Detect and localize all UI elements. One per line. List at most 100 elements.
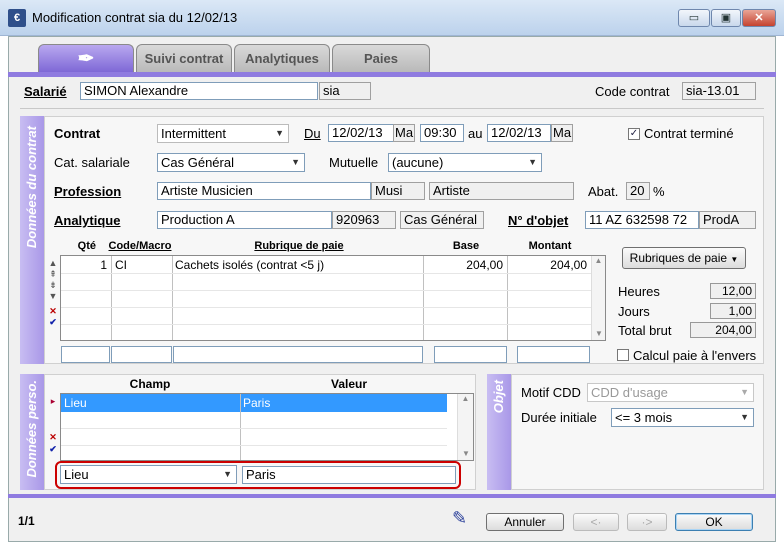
table-row[interactable]: [61, 274, 591, 291]
heures-label: Heures: [618, 284, 660, 299]
tab-suivi-contrat[interactable]: Suivi contrat: [136, 44, 232, 72]
rubriques-button-label: Rubriques de paie: [629, 251, 728, 265]
rubriques-de-paie-button[interactable]: Rubriques de paie ▼: [622, 247, 746, 269]
delete-icon[interactable]: ✕: [48, 431, 58, 443]
scroll-down-icon[interactable]: ▼: [458, 449, 474, 458]
validate-icon[interactable]: ✔: [48, 317, 58, 328]
table-row[interactable]: [61, 308, 591, 325]
col-rubrique: Rubrique de paie: [254, 240, 344, 252]
profession-cat-field: Artiste: [429, 182, 574, 200]
motif-cdd-value: CDD d'usage: [591, 385, 668, 400]
cell-montant: 204,00: [550, 258, 587, 272]
donnees-perso-band: Données perso.: [20, 374, 44, 490]
perso-champ-value: Lieu: [64, 467, 89, 482]
perso-scrollbar[interactable]: ▲ ▼: [457, 394, 473, 460]
col-base: Base: [452, 240, 480, 252]
contrat-termine-checkbox[interactable]: ✓: [628, 128, 640, 140]
cat-salariale-value: Cas Général: [161, 155, 234, 170]
motif-cdd-select[interactable]: CDD d'usage ▼: [587, 383, 754, 402]
mutuelle-label: Mutuelle: [329, 155, 379, 170]
au-date-field[interactable]: 12/02/13: [487, 124, 551, 142]
pen-icon[interactable]: ✎: [452, 508, 467, 529]
table-row[interactable]: 1 CI Cachets isolés (contrat <5 j) 204,0…: [61, 256, 591, 274]
salarie-label: Salarié: [24, 84, 67, 99]
salarie-name-field[interactable]: SIMON Alexandre: [80, 82, 318, 100]
previous-button[interactable]: <·: [573, 513, 619, 531]
chevron-down-icon: ▼: [223, 469, 232, 479]
col-qte: Qté: [77, 240, 96, 252]
du-day-field: Ma: [393, 124, 415, 142]
table-row[interactable]: [61, 291, 591, 308]
minimize-button[interactable]: ▭: [678, 9, 710, 27]
contrat-select[interactable]: Intermittent ▼: [157, 124, 289, 143]
abat-label: Abat.: [588, 184, 619, 199]
objet-panel-label: Objet: [491, 380, 506, 414]
pen-icon: ✒: [77, 48, 95, 70]
chevron-down-icon: ▼: [740, 412, 749, 422]
edit-rubrique-field[interactable]: [173, 346, 423, 363]
objet-label: N° d'objet: [508, 213, 569, 228]
cell-valeur: Paris: [243, 396, 271, 410]
objet-field[interactable]: 11 AZ 632598 72: [585, 211, 699, 229]
tab-analytiques[interactable]: Analytiques: [234, 44, 330, 72]
page-indicator: 1/1: [18, 514, 35, 528]
analytique-label: Analytique: [54, 213, 121, 228]
contrat-value: Intermittent: [161, 126, 227, 141]
abat-unit: %: [653, 184, 665, 199]
grid-scrollbar[interactable]: ▲ ▼: [591, 256, 605, 340]
contrat-label: Contrat: [54, 126, 101, 141]
delete-icon[interactable]: ✕: [48, 306, 58, 317]
divider: [20, 108, 764, 109]
insert-icon[interactable]: ▸: [48, 395, 58, 407]
edit-code-field[interactable]: [111, 346, 172, 363]
profession-label: Profession: [54, 184, 122, 199]
mutuelle-value: (aucune): [392, 155, 444, 170]
annuler-button[interactable]: Annuler: [486, 513, 564, 531]
scroll-down-icon[interactable]: ▼: [592, 329, 606, 338]
edit-montant-field[interactable]: [517, 346, 590, 363]
du-time-field[interactable]: 09:30: [420, 124, 464, 142]
profession-code-field: Musi: [371, 182, 425, 200]
scroll-up-icon[interactable]: ▲: [592, 256, 605, 265]
total-brut-label: Total brut: [618, 323, 672, 338]
next-button[interactable]: ·>: [627, 513, 667, 531]
perso-valeur-input[interactable]: Paris: [242, 466, 456, 484]
perso-grid: Lieu Paris ▲ ▼: [60, 393, 474, 461]
perso-champ-select[interactable]: Lieu ▼: [60, 465, 237, 484]
edit-qte-field[interactable]: [61, 346, 110, 363]
total-brut-field: 204,00: [690, 322, 756, 338]
row-actions: ▲ ⇞ ⇟ ▼ ✕ ✔: [48, 258, 58, 328]
move-up-icon[interactable]: ▲: [48, 258, 58, 269]
table-row[interactable]: [61, 429, 447, 446]
analytique-field[interactable]: Production A: [157, 211, 332, 229]
scroll-up-icon[interactable]: ▲: [458, 394, 473, 403]
au-day-field: Ma: [551, 124, 573, 142]
table-row[interactable]: Lieu Paris: [61, 394, 447, 412]
validate-icon[interactable]: ✔: [48, 443, 58, 455]
calcul-envers-checkbox[interactable]: [617, 349, 629, 361]
edit-base-field[interactable]: [434, 346, 507, 363]
move-bottom-icon[interactable]: ⇟: [48, 280, 58, 291]
mutuelle-select[interactable]: (aucune) ▼: [388, 153, 542, 172]
jours-field: 1,00: [710, 303, 756, 319]
ok-button[interactable]: OK: [675, 513, 753, 531]
donnees-contrat-label: Données du contrat: [24, 126, 39, 249]
du-label: Du: [304, 126, 321, 141]
chevron-down-icon: ▼: [740, 387, 749, 397]
cat-salariale-label: Cat. salariale: [54, 155, 130, 170]
maximize-button[interactable]: ▣: [711, 9, 741, 27]
code-contrat-field: sia-13.01: [682, 82, 756, 100]
profession-field[interactable]: Artiste Musicien: [157, 182, 371, 200]
table-row[interactable]: [61, 412, 447, 429]
cat-salariale-select[interactable]: Cas Général ▼: [157, 153, 305, 172]
du-date-field[interactable]: 12/02/13: [328, 124, 394, 142]
move-top-icon[interactable]: ⇞: [48, 269, 58, 280]
close-button[interactable]: ✕: [742, 9, 776, 27]
window-title: Modification contrat sia du 12/02/13: [32, 10, 238, 25]
move-down-icon[interactable]: ▼: [48, 291, 58, 302]
donnees-contrat-band: Données du contrat: [20, 116, 44, 364]
duree-initiale-select[interactable]: <= 3 mois ▼: [611, 408, 754, 427]
col-valeur: Valeur: [330, 377, 368, 391]
tab-general[interactable]: ✒: [38, 44, 134, 72]
tab-paies[interactable]: Paies: [332, 44, 430, 72]
